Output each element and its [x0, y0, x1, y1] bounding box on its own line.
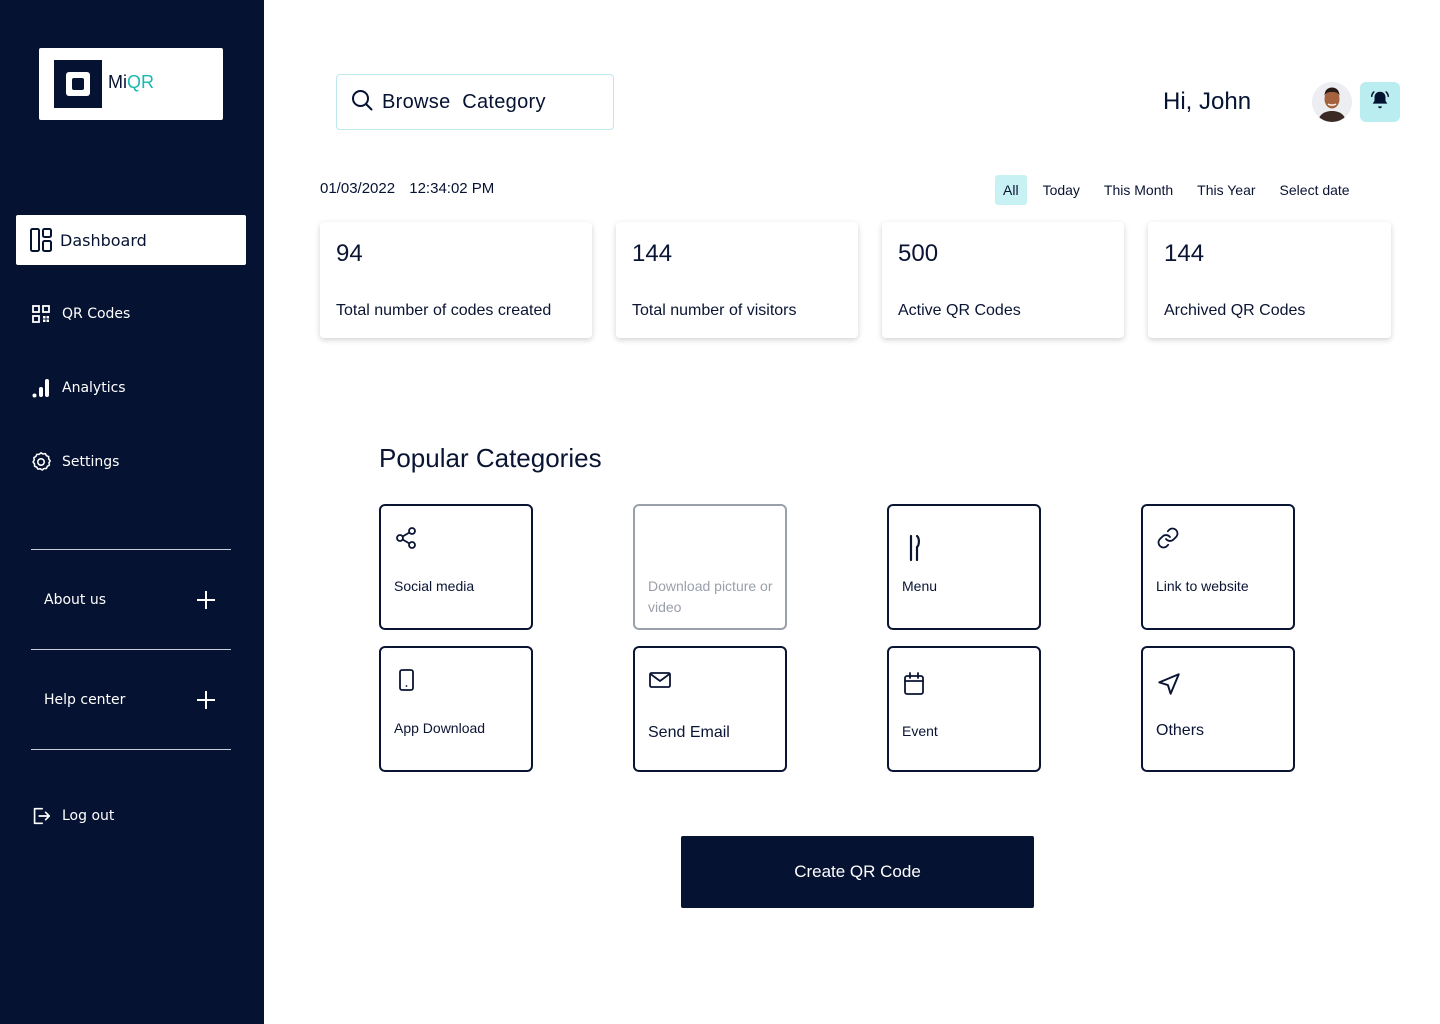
- dashboard-icon: [30, 228, 52, 252]
- filter-this-year[interactable]: This Year: [1189, 175, 1263, 205]
- avatar[interactable]: [1312, 82, 1352, 122]
- sidebar-item-label: Analytics: [62, 380, 126, 396]
- category-link-to-website[interactable]: Link to website: [1141, 504, 1295, 630]
- filter-today[interactable]: Today: [1035, 175, 1088, 205]
- stat-card-codes-created: 94 Total number of codes created: [320, 222, 592, 338]
- category-label: Link to website: [1156, 578, 1249, 594]
- stat-card-visitors: 144 Total number of visitors: [616, 222, 858, 338]
- category-others[interactable]: Others: [1141, 646, 1295, 772]
- category-label: Download picture or video: [648, 578, 773, 615]
- filter-this-month[interactable]: This Month: [1096, 175, 1181, 205]
- category-event[interactable]: Event: [887, 646, 1041, 772]
- qr-code-icon: [30, 303, 52, 325]
- category-label: App Download: [394, 720, 486, 736]
- navigation-icon: [1156, 673, 1182, 701]
- category-label: Others: [1156, 722, 1205, 739]
- phone-icon: [394, 669, 418, 696]
- category-send-email[interactable]: Send Email: [633, 646, 787, 772]
- sidebar: MiQR Dashboard QR Codes Analytics Settin…: [0, 0, 264, 1024]
- sidebar-item-label: Dashboard: [60, 230, 147, 250]
- popular-categories-title: Popular Categories: [379, 443, 602, 473]
- sidebar-item-analytics[interactable]: Analytics: [16, 363, 246, 413]
- logo-mark-icon: [54, 60, 102, 108]
- logo[interactable]: MiQR: [39, 48, 223, 120]
- search-input[interactable]: [382, 90, 602, 114]
- sidebar-item-help-center[interactable]: Help center: [44, 690, 216, 710]
- filter-all[interactable]: All: [995, 175, 1027, 205]
- bell-icon: [1369, 89, 1391, 115]
- stat-value: 94: [336, 240, 363, 267]
- sidebar-item-label: Settings: [62, 454, 120, 470]
- analytics-icon: [30, 377, 52, 399]
- plus-icon[interactable]: [196, 590, 216, 610]
- cutlery-icon: [902, 534, 926, 568]
- sidebar-item-settings[interactable]: Settings: [16, 437, 246, 487]
- link-icon: [1156, 527, 1180, 554]
- date-filter-tabs: All Today This Month This Year Select da…: [995, 175, 1366, 205]
- category-app-download[interactable]: App Download: [379, 646, 533, 772]
- stat-label: Total number of visitors: [632, 302, 797, 319]
- logo-text: MiQR: [108, 72, 154, 92]
- stat-value: 144: [1164, 240, 1205, 267]
- mail-icon: [648, 672, 672, 696]
- stat-label: Active QR Codes: [898, 302, 1021, 319]
- current-time: 12:34:02 PM: [409, 180, 495, 197]
- search-icon: [350, 88, 374, 116]
- category-download-media[interactable]: Download picture or video: [633, 504, 787, 630]
- share-icon: [394, 527, 418, 554]
- sidebar-item-qr-codes[interactable]: QR Codes: [16, 289, 246, 339]
- stat-label: Archived QR Codes: [1164, 302, 1306, 319]
- sidebar-item-dashboard[interactable]: Dashboard: [16, 215, 246, 265]
- stat-label: Total number of codes created: [336, 302, 552, 319]
- sidebar-divider: [31, 549, 231, 550]
- sidebar-item-label: QR Codes: [62, 306, 131, 322]
- notification-button[interactable]: [1360, 82, 1400, 122]
- filter-select-date[interactable]: Select date: [1272, 175, 1358, 205]
- about-us-label: About us: [44, 592, 107, 608]
- logout-label: Log out: [62, 808, 115, 824]
- current-date: 01/03/2022: [320, 180, 396, 197]
- category-label: Menu: [902, 578, 938, 594]
- help-center-label: Help center: [44, 692, 126, 708]
- search-box[interactable]: [336, 74, 614, 130]
- sidebar-item-about-us[interactable]: About us: [44, 590, 216, 610]
- greeting: Hi, John: [1163, 88, 1252, 115]
- category-label: Event: [902, 723, 938, 739]
- category-label: Send Email: [648, 724, 730, 741]
- category-label: Social media: [394, 578, 475, 594]
- category-social-media[interactable]: Social media: [379, 504, 533, 630]
- plus-icon[interactable]: [196, 690, 216, 710]
- stat-value: 500: [898, 240, 939, 267]
- sidebar-divider: [31, 649, 231, 650]
- create-qr-code-button[interactable]: Create QR Code: [681, 836, 1034, 908]
- logout-button[interactable]: Log out: [16, 791, 246, 841]
- stat-value: 144: [632, 240, 673, 267]
- gear-icon: [30, 451, 52, 473]
- current-datetime: 01/03/2022 12:34:02 PM: [320, 180, 504, 197]
- sidebar-divider: [31, 749, 231, 750]
- category-menu[interactable]: Menu: [887, 504, 1041, 630]
- stat-card-archived-codes: 144 Archived QR Codes: [1148, 222, 1391, 338]
- stat-card-active-codes: 500 Active QR Codes: [882, 222, 1124, 338]
- logout-icon: [30, 805, 52, 827]
- calendar-icon: [902, 672, 926, 701]
